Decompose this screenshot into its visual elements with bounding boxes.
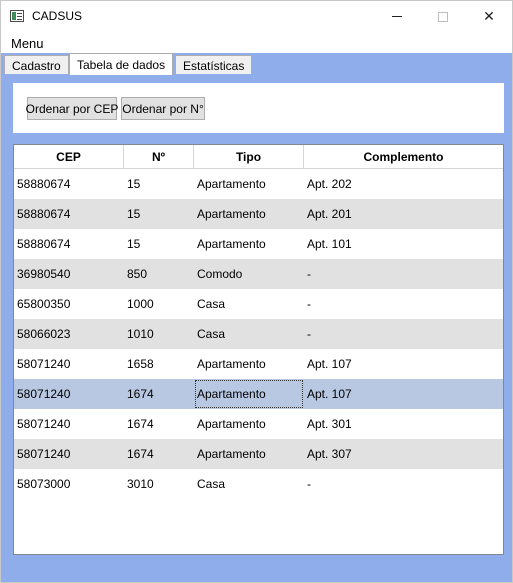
cell-numero[interactable]: 1010 — [124, 319, 194, 349]
cell-tipo[interactable]: Apartamento — [194, 379, 304, 409]
table-row[interactable]: 58073000 3010 Casa - — [14, 469, 503, 499]
maximize-icon — [438, 11, 448, 22]
cell-complemento[interactable]: Apt. 107 — [304, 379, 503, 409]
table-row[interactable]: 58880674 15 Apartamento Apt. 201 — [14, 199, 503, 229]
tab-estatisticas[interactable]: Estatísticas — [175, 55, 253, 74]
cell-tipo[interactable]: Apartamento — [194, 439, 304, 469]
app-window: CADSUS ✕ Menu Cadastro Tabela de dados E… — [0, 0, 513, 583]
cell-tipo[interactable]: Apartamento — [194, 229, 304, 259]
cell-complemento[interactable]: Apt. 301 — [304, 409, 503, 439]
table-row[interactable]: 58880674 15 Apartamento Apt. 101 — [14, 229, 503, 259]
app-icon — [10, 10, 24, 22]
cell-cep[interactable]: 58071240 — [14, 409, 124, 439]
menu-bar: Menu — [1, 32, 512, 53]
grid-header: CEP Nº Tipo Complemento — [14, 145, 503, 169]
minimize-icon — [392, 16, 402, 17]
cell-numero[interactable]: 1674 — [124, 439, 194, 469]
cell-cep[interactable]: 58071240 — [14, 379, 124, 409]
cell-cep[interactable]: 58880674 — [14, 229, 124, 259]
cell-tipo[interactable]: Apartamento — [194, 199, 304, 229]
cell-tipo[interactable]: Apartamento — [194, 169, 304, 199]
minimize-button[interactable] — [374, 1, 420, 32]
sort-toolbar: Ordenar por CEP Ordenar por N° — [13, 83, 504, 133]
table-row[interactable]: 58071240 1674 Apartamento Apt. 301 — [14, 409, 503, 439]
cell-numero[interactable]: 1658 — [124, 349, 194, 379]
cell-complemento[interactable]: Apt. 107 — [304, 349, 503, 379]
sort-by-number-button[interactable]: Ordenar por N° — [121, 97, 205, 120]
column-header-cep[interactable]: CEP — [14, 145, 124, 169]
cell-tipo[interactable]: Apartamento — [194, 409, 304, 439]
tab-cadastro[interactable]: Cadastro — [4, 55, 69, 74]
menu-item-menu[interactable]: Menu — [11, 36, 44, 51]
cell-tipo[interactable]: Apartamento — [194, 349, 304, 379]
cell-complemento[interactable]: - — [304, 289, 503, 319]
cell-numero[interactable]: 1000 — [124, 289, 194, 319]
close-button[interactable]: ✕ — [466, 1, 512, 32]
cell-numero[interactable]: 15 — [124, 199, 194, 229]
table-row[interactable]: 58880674 15 Apartamento Apt. 202 — [14, 169, 503, 199]
title-bar[interactable]: CADSUS ✕ — [1, 1, 512, 32]
cell-cep[interactable]: 58071240 — [14, 439, 124, 469]
column-header-numero[interactable]: Nº — [124, 145, 194, 169]
table-row[interactable]: 65800350 1000 Casa - — [14, 289, 503, 319]
table-row[interactable]: 58071240 1674 Apartamento Apt. 107 — [14, 379, 503, 409]
column-header-tipo[interactable]: Tipo — [194, 145, 304, 169]
data-grid[interactable]: CEP Nº Tipo Complemento 58880674 15 Aparta… — [13, 144, 504, 555]
table-row[interactable]: 58071240 1658 Apartamento Apt. 107 — [14, 349, 503, 379]
cell-complemento[interactable]: Apt. 307 — [304, 439, 503, 469]
cell-numero[interactable]: 15 — [124, 229, 194, 259]
tab-panel-tabela: Ordenar por CEP Ordenar por N° CEP Nº Ti… — [4, 74, 509, 579]
cell-numero[interactable]: 1674 — [124, 379, 194, 409]
table-row[interactable]: 36980540 850 Comodo - — [14, 259, 503, 289]
cell-tipo[interactable]: Casa — [194, 319, 304, 349]
cell-numero[interactable]: 850 — [124, 259, 194, 289]
cell-numero[interactable]: 3010 — [124, 469, 194, 499]
cell-complemento[interactable]: Apt. 101 — [304, 229, 503, 259]
sort-by-cep-button[interactable]: Ordenar por CEP — [26, 97, 118, 120]
cell-cep[interactable]: 58880674 — [14, 169, 124, 199]
cell-tipo[interactable]: Casa — [194, 469, 304, 499]
cell-cep[interactable]: 65800350 — [14, 289, 124, 319]
cell-complemento[interactable]: - — [304, 469, 503, 499]
tab-tabela-de-dados[interactable]: Tabela de dados — [69, 53, 174, 75]
cell-complemento[interactable]: Apt. 202 — [304, 169, 503, 199]
cell-tipo[interactable]: Casa — [194, 289, 304, 319]
window-title: CADSUS — [32, 9, 83, 23]
column-header-complemento[interactable]: Complemento — [304, 145, 503, 169]
cell-complemento[interactable]: - — [304, 259, 503, 289]
cell-complemento[interactable]: Apt. 201 — [304, 199, 503, 229]
table-row[interactable]: 58066023 1010 Casa - — [14, 319, 503, 349]
cell-cep[interactable]: 58073000 — [14, 469, 124, 499]
cell-numero[interactable]: 1674 — [124, 409, 194, 439]
close-icon: ✕ — [483, 8, 495, 24]
cell-numero[interactable]: 15 — [124, 169, 194, 199]
cell-tipo[interactable]: Comodo — [194, 259, 304, 289]
cell-cep[interactable]: 58880674 — [14, 199, 124, 229]
cell-cep[interactable]: 58066023 — [14, 319, 124, 349]
maximize-button[interactable] — [420, 1, 466, 32]
cell-cep[interactable]: 36980540 — [14, 259, 124, 289]
cell-complemento[interactable]: - — [304, 319, 503, 349]
tab-control: Cadastro Tabela de dados Estatísticas Or… — [1, 53, 512, 582]
table-row[interactable]: 58071240 1674 Apartamento Apt. 307 — [14, 439, 503, 469]
cell-cep[interactable]: 58071240 — [14, 349, 124, 379]
